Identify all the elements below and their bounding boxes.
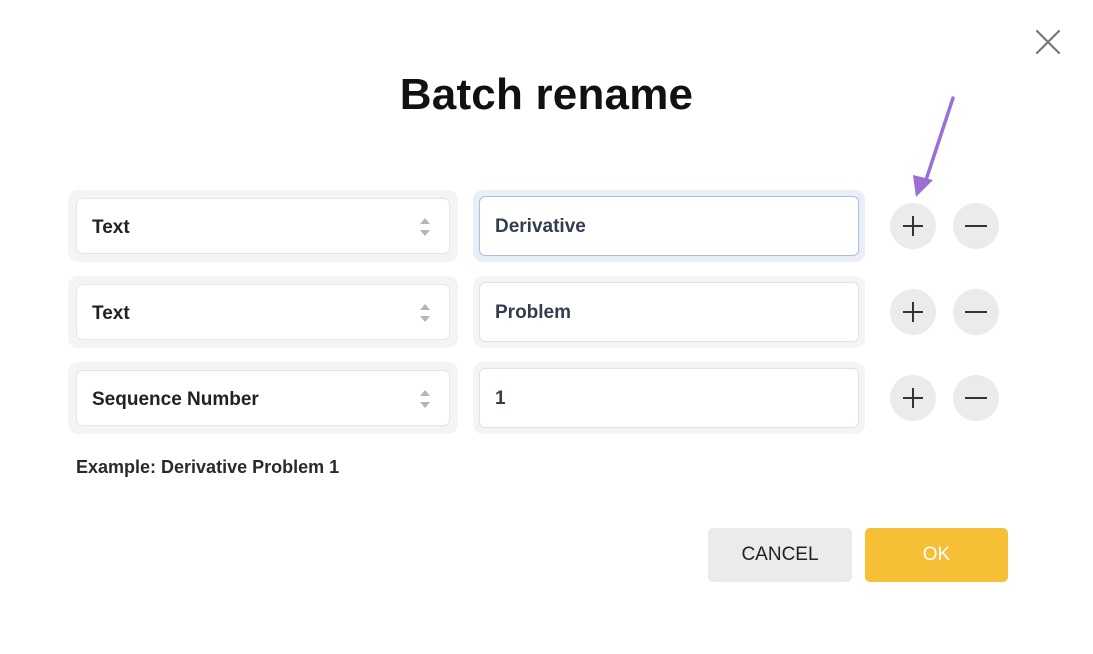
rename-row: Text Problem [68,276,1008,348]
type-select-value: Text [92,217,130,238]
plus-icon [903,388,923,408]
value-input-text: Problem [495,302,572,323]
value-input[interactable]: Problem [479,282,859,342]
value-input[interactable]: 1 [479,368,859,428]
type-select-value: Sequence Number [92,389,259,410]
value-input-container: Derivative [473,190,865,262]
sort-arrows-icon [420,304,430,322]
remove-row-button[interactable] [953,375,999,421]
value-input[interactable]: Derivative [479,196,859,256]
remove-row-button[interactable] [953,289,999,335]
type-select[interactable]: Text [76,284,450,340]
value-input-container: 1 [473,362,865,434]
minus-icon [965,225,987,227]
type-select-container: Text [68,190,458,262]
minus-icon [965,311,987,313]
sort-arrows-icon [420,390,430,408]
rename-row: Sequence Number 1 [68,362,1008,434]
type-select[interactable]: Text [76,198,450,254]
minus-icon [965,397,987,399]
close-icon[interactable] [1033,27,1063,57]
add-row-button[interactable] [890,289,936,335]
type-select-container: Sequence Number [68,362,458,434]
type-select[interactable]: Sequence Number [76,370,450,426]
plus-icon [903,216,923,236]
type-select-container: Text [68,276,458,348]
value-input-text: Derivative [495,216,586,237]
add-row-button[interactable] [890,375,936,421]
plus-icon [903,302,923,322]
dialog-title: Batch rename [399,70,694,119]
rename-row: Text Derivative [68,190,1008,262]
value-input-text: 1 [495,388,506,409]
remove-row-button[interactable] [953,203,999,249]
cancel-button[interactable]: CANCEL [708,528,852,582]
sort-arrows-icon [420,218,430,236]
type-select-value: Text [92,303,130,324]
value-input-container: Problem [473,276,865,348]
add-row-button[interactable] [890,203,936,249]
example-preview: Example: Derivative Problem 1 [76,457,340,477]
ok-button[interactable]: OK [865,528,1008,582]
